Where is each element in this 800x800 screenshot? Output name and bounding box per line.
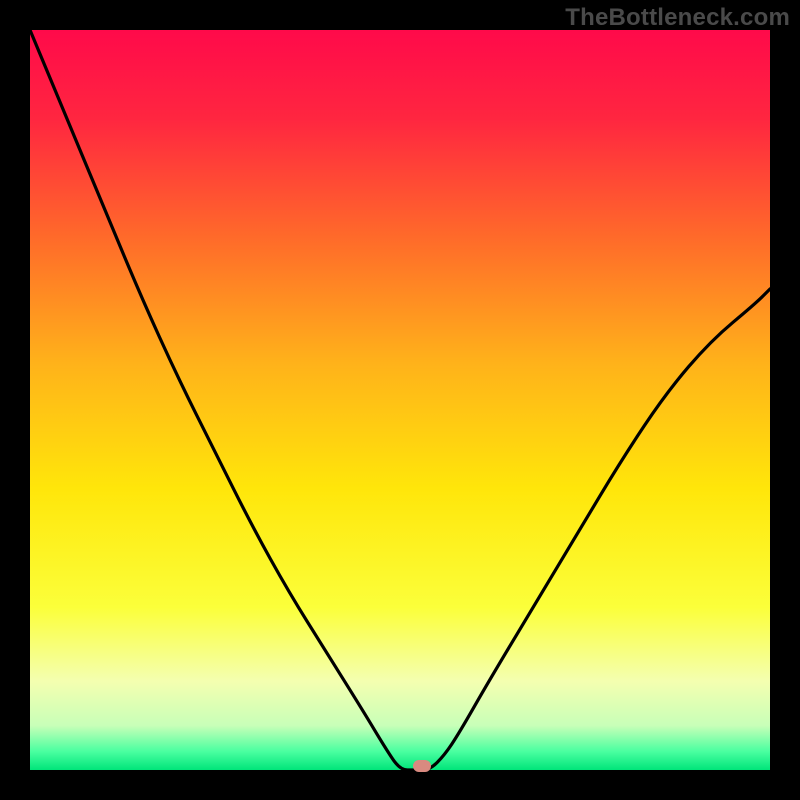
watermark-text: TheBottleneck.com	[565, 4, 790, 32]
bottleneck-curve	[30, 30, 770, 770]
optimum-marker	[413, 760, 431, 772]
plot-area	[30, 30, 770, 770]
curve-layer	[30, 30, 770, 770]
chart-container: TheBottleneck.com	[0, 0, 800, 800]
